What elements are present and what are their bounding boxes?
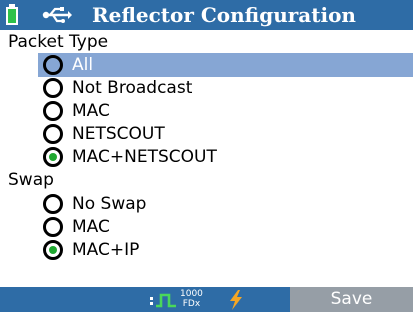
radio-checked-icon[interactable] <box>43 147 63 167</box>
radio-icon[interactable] <box>43 101 63 121</box>
swap-option-mac-ip[interactable]: MAC+IP <box>38 238 413 262</box>
link-icon <box>150 293 176 308</box>
option-label: NETSCOUT <box>72 124 165 144</box>
packet-type-option-not-broadcast[interactable]: Not Broadcast <box>38 76 413 100</box>
radio-icon[interactable] <box>43 55 63 75</box>
radio-icon[interactable] <box>43 78 63 98</box>
swap-option-no-swap[interactable]: No Swap <box>38 192 413 216</box>
option-label: MAC <box>72 217 110 237</box>
usb-icon <box>42 7 72 23</box>
packet-type-option-mac-netscout[interactable]: MAC+NETSCOUT <box>38 145 413 169</box>
save-button[interactable]: Save <box>290 287 413 312</box>
title-bar: Reflector Configuration <box>0 0 413 30</box>
link-speed: 1000 FDx <box>180 289 203 309</box>
option-label: MAC+IP <box>72 240 140 260</box>
battery-icon <box>6 4 18 25</box>
packet-type-option-netscout[interactable]: NETSCOUT <box>38 122 413 146</box>
radio-checked-icon[interactable] <box>43 240 63 260</box>
option-label: MAC <box>72 101 110 121</box>
swap-label: Swap <box>8 170 54 190</box>
lightning-icon <box>230 290 242 310</box>
duplex-value: FDx <box>182 299 201 309</box>
option-label: No Swap <box>72 194 147 214</box>
option-label: Not Broadcast <box>72 78 193 98</box>
packet-type-option-all[interactable]: All <box>38 53 413 77</box>
packet-type-option-mac[interactable]: MAC <box>38 99 413 123</box>
option-label: MAC+NETSCOUT <box>72 147 217 167</box>
speed-value: 1000 <box>180 289 203 299</box>
radio-icon[interactable] <box>43 124 63 144</box>
swap-option-mac[interactable]: MAC <box>38 215 413 239</box>
page-title: Reflector Configuration <box>92 3 356 27</box>
packet-type-label: Packet Type <box>8 32 109 52</box>
radio-icon[interactable] <box>43 217 63 237</box>
option-label: All <box>72 55 94 75</box>
radio-icon[interactable] <box>43 194 63 214</box>
